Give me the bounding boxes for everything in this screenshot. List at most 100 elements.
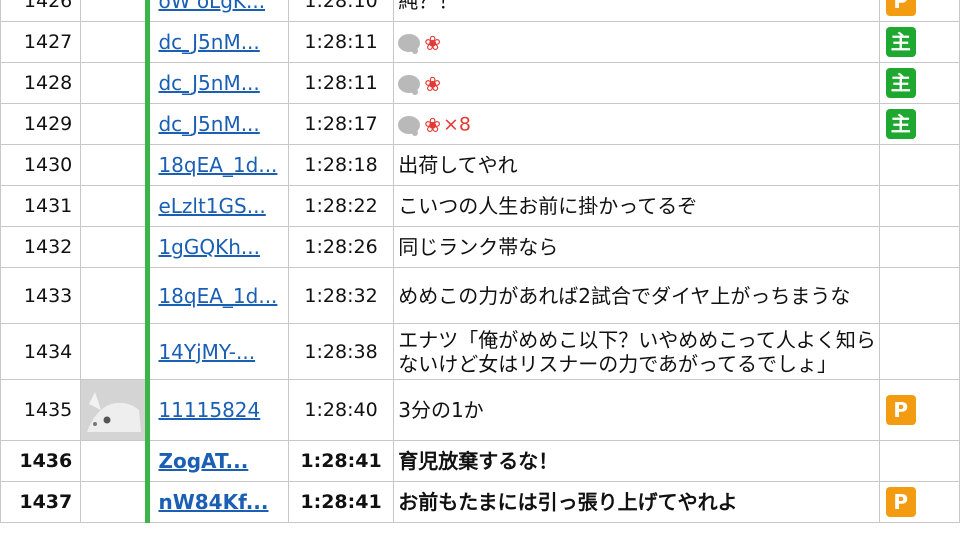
comment-text: 出荷してやれ [393,144,880,186]
comment-text: 3分の1か [393,379,880,441]
comment-time: 1:28:41 [287,481,395,523]
comment-text: めめこの力があれば2試合でダイヤ上がっちまうな [393,267,880,324]
badge-cell [878,323,960,380]
user-cell: 14YjMY-... [145,323,289,380]
badge-cell [878,144,960,186]
premium-badge-icon: P [885,487,916,517]
comment-time: 1:28:41 [287,440,395,482]
comment-time: 1:28:17 [287,103,395,145]
user-link[interactable]: 14YjMY-... [158,340,255,364]
table-row: 1428 dc_J5nM... 1:28:11 ❀ 主 [0,62,960,104]
avatar-cell [80,323,149,380]
user-link[interactable]: ZogAT... [158,449,248,473]
comment-time: 1:28:40 [287,379,395,441]
table-row: 1432 1gGQKh... 1:28:26 同じランク帯なら [0,226,960,268]
comment-text: ❀ ×8 [393,103,880,145]
avatar-cell [80,267,149,324]
comment-number: 1436 [0,440,82,482]
badge-cell: P [878,379,960,441]
user-link[interactable]: nW84Kf... [158,490,268,514]
user-cell: nW84Kf... [145,481,289,523]
gift-flower-icon: ❀ [424,30,441,55]
badge-cell [878,185,960,227]
comment-time: 1:28:22 [287,185,395,227]
user-cell: oW oLgK... [145,0,289,22]
avatar-cell [80,226,149,268]
user-link[interactable]: dc_J5nM... [158,71,259,95]
badge-cell [878,267,960,324]
comment-text: 同じランク帯なら [393,226,880,268]
comment-time: 1:28:32 [287,267,395,324]
user-link[interactable]: oW oLgK... [158,0,265,13]
comment-text: 純？！ [393,0,880,22]
badge-cell: 主 [878,21,960,63]
table-row: 1430 18qEA_1d... 1:28:18 出荷してやれ [0,144,960,186]
gift-flower-icon: ❀ [424,71,441,96]
table-row: 1431 eLzlt1GS... 1:28:22 こいつの人生お前に掛かってるぞ [0,185,960,227]
user-link[interactable]: 18qEA_1d... [158,284,277,308]
chat-bubble-icon [398,33,421,54]
comment-text: ❀ [393,62,880,104]
avatar-cell [80,21,149,63]
comment-text: ❀ [393,21,880,63]
user-cell: 1gGQKh... [145,226,289,268]
comment-text: エナツ「俺がめめこ以下？いやめめこって人よく知らないけど女はリスナーの力であがっ… [393,323,880,380]
table-row: 1427 dc_J5nM... 1:28:11 ❀ 主 [0,21,960,63]
owner-badge-icon: 主 [885,109,916,139]
premium-badge-icon: P [885,395,916,425]
user-cell: ZogAT... [145,440,289,482]
gift-flower-icon: ❀ [424,112,441,137]
gift-count: ×8 [442,113,471,136]
comment-time: 1:28:11 [287,62,395,104]
user-cell: dc_J5nM... [145,62,289,104]
user-cell: eLzlt1GS... [145,185,289,227]
badge-cell: P [878,0,960,22]
badge-cell [878,440,960,482]
premium-badge-icon: P [885,0,916,16]
comment-number: 1437 [0,481,82,523]
comment-table: 1426 oW oLgK... 1:28:10 純？！ P 1427 dc_J5… [0,0,960,523]
avatar-cell [80,379,149,441]
owner-badge-icon: 主 [885,27,916,57]
comment-number: 1427 [0,21,82,63]
comment-number: 1434 [0,323,82,380]
table-row: 1436 ZogAT... 1:28:41 育児放棄するな！ [0,440,960,482]
badge-cell: P [878,481,960,523]
avatar-cell [80,0,149,22]
chat-bubble-icon [398,74,421,95]
comment-time: 1:28:10 [287,0,395,22]
user-link[interactable]: eLzlt1GS... [158,194,265,218]
comment-number: 1428 [0,62,82,104]
comment-number: 1432 [0,226,82,268]
chat-bubble-icon [398,115,421,136]
table-row: 1429 dc_J5nM... 1:28:17 ❀ ×8 主 [0,103,960,145]
comment-time: 1:28:26 [287,226,395,268]
table-row: 1437 nW84Kf... 1:28:41 お前もたまには引っ張り上げてやれよ… [0,481,960,523]
comment-number: 1433 [0,267,82,324]
comment-number: 1429 [0,103,82,145]
badge-cell [878,226,960,268]
comment-text: お前もたまには引っ張り上げてやれよ [393,481,880,523]
user-cell: 18qEA_1d... [145,267,289,324]
user-link[interactable]: dc_J5nM... [158,112,259,136]
user-link[interactable]: 1gGQKh... [158,235,260,259]
table-row: 1435 11115824 1:28:40 3分の1か P [0,379,960,441]
badge-cell: 主 [878,103,960,145]
comment-text: 育児放棄するな！ [393,440,880,482]
user-link[interactable]: 18qEA_1d... [158,153,277,177]
comment-text: こいつの人生お前に掛かってるぞ [393,185,880,227]
comment-time: 1:28:38 [287,323,395,380]
avatar-cell [80,185,149,227]
user-link[interactable]: 11115824 [158,398,260,422]
user-cell: 11115824 [145,379,289,441]
comment-number: 1435 [0,379,82,441]
user-cell: dc_J5nM... [145,21,289,63]
user-cell: 18qEA_1d... [145,144,289,186]
badge-cell: 主 [878,62,960,104]
user-cell: dc_J5nM... [145,103,289,145]
avatar-cell [80,440,149,482]
avatar-cell [80,62,149,104]
comment-number: 1430 [0,144,82,186]
user-link[interactable]: dc_J5nM... [158,30,259,54]
avatar[interactable] [81,380,146,440]
